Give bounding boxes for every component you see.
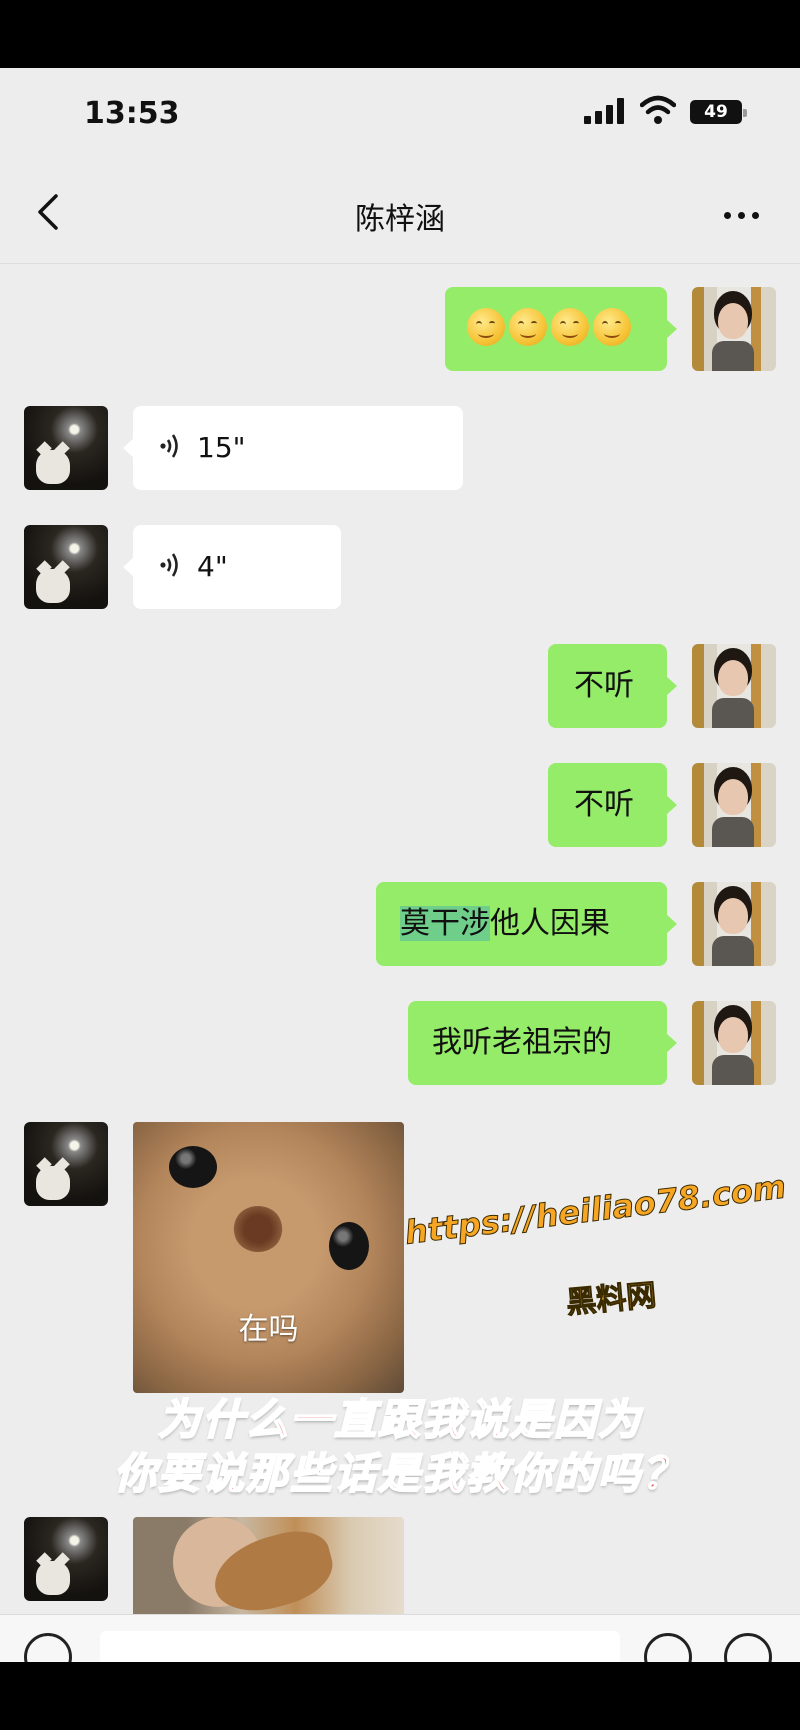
my-avatar[interactable]	[692, 644, 776, 728]
more-options-icon[interactable]	[720, 196, 764, 232]
my-avatar[interactable]	[692, 1001, 776, 1085]
bottom-black-bar	[0, 1662, 800, 1730]
voice-message-bubble[interactable]: 15"	[123, 406, 463, 490]
message-text: 不听	[574, 787, 634, 822]
text-message-bubble[interactable]: 莫干涉他人因果	[376, 882, 677, 966]
voice-wave-icon	[160, 433, 178, 458]
contact-avatar[interactable]	[24, 1122, 108, 1206]
signal-icon	[584, 98, 626, 124]
video-caption-line-2: 你要说那些话是我教你的吗？	[113, 1448, 686, 1499]
chat-screen: 13:53 49 陈梓涵 15" 4" 不听 不听 莫干涉他人因果 我听老祖宗的…	[0, 68, 800, 1662]
contact-name: 陈梓涵	[355, 202, 445, 237]
smile-emoji-icon	[551, 307, 589, 346]
message-text: 我听老祖宗的	[432, 1025, 612, 1060]
message-input[interactable]	[100, 1631, 620, 1662]
watermark-site: 黑料网	[564, 1278, 658, 1322]
status-time: 13:53	[84, 96, 180, 131]
contact-avatar[interactable]	[24, 406, 108, 490]
my-avatar[interactable]	[692, 882, 776, 966]
smile-emoji-icon	[593, 307, 631, 346]
voice-wave-icon	[160, 552, 178, 577]
contact-avatar[interactable]	[24, 525, 108, 609]
text-message-bubble[interactable]: 不听	[548, 763, 677, 847]
text-message-bubble[interactable]: 不听	[548, 644, 677, 728]
message-text: 不听	[574, 668, 634, 703]
add-attachment-icon[interactable]	[724, 1633, 772, 1662]
my-avatar[interactable]	[692, 287, 776, 371]
bear-sticker-image[interactable]: 在吗	[133, 1122, 404, 1393]
top-black-bar	[0, 0, 800, 68]
message-bubble-emoji[interactable]	[445, 287, 677, 371]
emoji-picker-icon[interactable]	[644, 1633, 692, 1662]
battery-indicator: 49	[690, 100, 747, 124]
voice-duration: 15"	[197, 431, 246, 464]
smile-emoji-icon	[467, 307, 505, 346]
wifi-icon	[640, 95, 676, 124]
voice-duration: 4"	[197, 550, 228, 583]
contact-avatar[interactable]	[24, 1517, 108, 1601]
sticker-caption: 在吗	[238, 1312, 299, 1347]
status-bar: 13:53 49	[0, 68, 800, 168]
video-caption-line-1: 为什么一直跟我说是因为	[157, 1394, 642, 1445]
back-chevron-icon[interactable]	[28, 190, 72, 234]
smile-emoji-icon	[509, 307, 547, 346]
watermark-url: https://heiliao78.com	[402, 1167, 788, 1252]
selected-text-highlight: 莫干涉	[400, 906, 490, 941]
my-avatar[interactable]	[692, 763, 776, 847]
chat-header: 陈梓涵	[0, 168, 800, 264]
message-text: 他人因果	[490, 906, 610, 941]
voice-message-bubble[interactable]: 4"	[123, 525, 341, 609]
voice-input-icon[interactable]	[24, 1633, 72, 1662]
input-toolbar	[0, 1614, 800, 1662]
text-message-bubble[interactable]: 我听老祖宗的	[408, 1001, 677, 1085]
